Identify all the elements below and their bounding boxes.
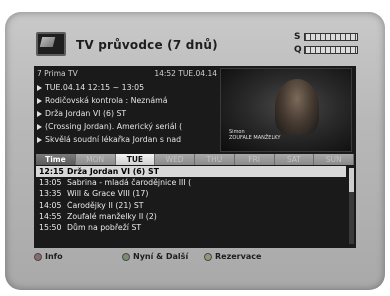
signal-quality-row: Q [294,45,360,55]
tab-fri[interactable]: FRI [234,154,275,165]
tab-sat[interactable]: SAT [274,154,315,165]
schedule-list: 12:15 Drža Jordan VI (6) ST 13:05 Sabrina … [36,166,346,246]
quality-bar [304,46,358,54]
info-line-text: Rodičovská kontrola : Neznámá [45,96,168,105]
schedule-row[interactable]: 13:05 Sabrina - mladá čarodějnice III ( [36,177,346,188]
schedule-row[interactable]: 15:50 Dům na pobřeží ST [36,222,346,233]
schedule-time: 14:05 [39,200,62,210]
schedule-row[interactable]: 14:05 Čarodějky II (21) ST [36,200,346,211]
info-label: Info [45,252,63,261]
info-line: TUE.04.14 12:15 ~ 13:05 [37,81,219,94]
tab-time[interactable]: Time [36,154,76,165]
red-key-icon [34,252,42,261]
schedule-title: Zoufalé manželky II (2) [67,211,157,221]
tab-tue[interactable]: TUE [115,154,156,165]
tab-thu[interactable]: THU [195,154,235,165]
epg-screen: 7 Prima TV 14:52 TUE.04.14 TUE.04.14 12:… [34,66,356,248]
tv-guide-icon [36,32,66,56]
arrow-right-icon [37,136,42,143]
reservation-button[interactable]: Rezervace [204,252,261,261]
arrow-right-icon [37,110,42,117]
green-key-icon [122,252,130,261]
footer-bar: Info Nyní & Další Rezervace [34,250,356,264]
schedule-time: 13:05 [39,178,62,188]
schedule-title: Will & Grace VIII (17) [67,189,149,199]
schedule-time: 15:50 [39,223,62,233]
info-line-text: Drža Jordan VI (6) ST [45,109,127,118]
schedule-title: Čarodějky II (21) ST [67,200,144,210]
schedule-row[interactable]: 12:15 Drža Jordan VI (6) ST [36,166,346,178]
signal-strength-row: S [294,32,360,42]
schedule-title: Sabrina - mladá čarodějnice III ( [67,178,192,188]
preview-caption-line2: ZOUFALE MANŽELKY [229,135,281,141]
info-line: Rodičovská kontrola : Neznámá [37,94,219,107]
tab-sun[interactable]: SUN [314,154,354,165]
program-details: TUE.04.14 12:15 ~ 13:05 Rodičovská kontr… [37,81,219,146]
video-preview: Simon ZOUFALE MANŽELKY [220,68,352,152]
info-line: (Crossing Jordan). Americký seriál ( [37,120,219,133]
schedule-time: 12:15 [39,167,64,177]
now-next-label: Nyní & Další [133,252,189,261]
day-tabs: Time MON TUE WED THU FRI SAT SUN [36,154,354,165]
arrow-right-icon [37,123,42,130]
info-line-text: Skvělá soudní lékařka Jordan s nad [45,135,182,144]
current-clock: 14:52 TUE.04.14 [154,69,217,78]
preview-person-image [275,79,319,135]
arrow-right-icon [37,97,42,104]
schedule-time: 13:35 [39,189,62,199]
now-next-button[interactable]: Nyní & Další [122,252,188,261]
schedule-row[interactable]: 14:55 Zoufalé manželky II (2) [36,211,346,222]
program-info-panel: 7 Prima TV 14:52 TUE.04.14 TUE.04.14 12:… [34,66,220,152]
tab-mon[interactable]: MON [75,154,116,165]
schedule-time: 14:55 [39,211,62,221]
arrow-right-icon [37,84,42,91]
page-title: TV průvodce (7 dnů) [76,38,218,52]
info-line-text: (Crossing Jordan). Americký seriál ( [45,122,183,131]
schedule-row[interactable]: 13:35 Will & Grace VIII (17) [36,188,346,199]
schedule-title: Drža Jordan VI (6) ST [67,167,159,177]
info-line: Skvělá soudní lékařka Jordan s nad [37,133,219,146]
tab-wed[interactable]: WED [155,154,195,165]
reservation-label: Rezervace [215,252,262,261]
signal-bar [304,33,358,41]
channel-name: 7 Prima TV [37,69,78,78]
info-line: Drža Jordan VI (6) ST [37,107,219,120]
preview-caption: Simon ZOUFALE MANŽELKY [229,129,280,141]
info-line-text: TUE.04.14 12:15 ~ 13:05 [45,83,145,92]
quality-label: Q [294,45,302,55]
header-bar: TV průvodce (7 dnů) S Q [30,30,360,60]
info-button[interactable]: Info [34,252,63,261]
signal-meters: S Q [294,32,360,58]
yellow-key-icon [204,252,212,261]
signal-label: S [294,32,301,42]
scroll-thumb[interactable] [349,168,354,192]
schedule-scrollbar[interactable] [349,168,354,244]
schedule-title: Dům na pobřeží ST [67,223,142,233]
